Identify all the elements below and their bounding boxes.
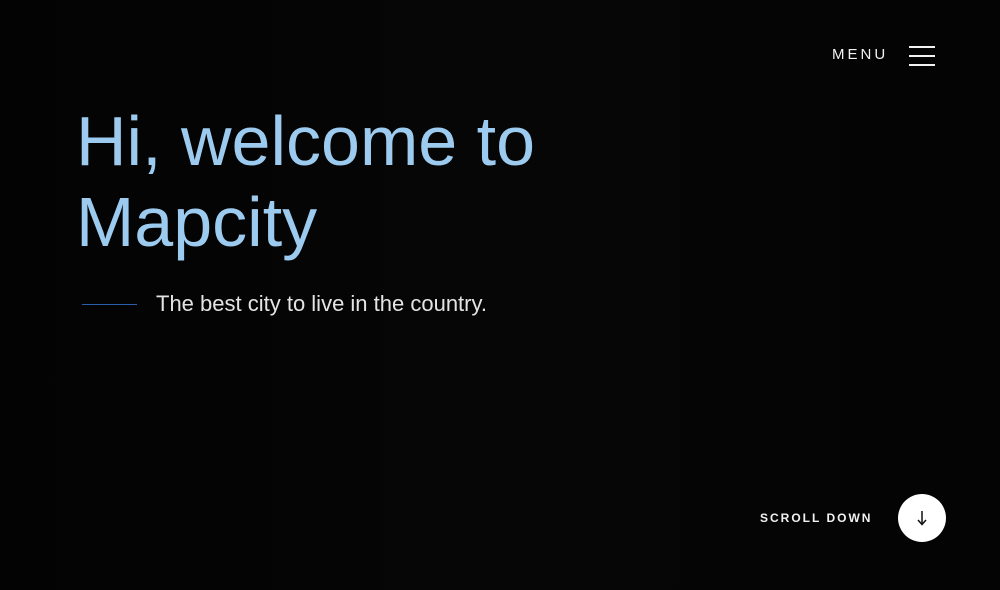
hero-title: Hi, welcome to Mapcity (76, 101, 636, 263)
hamburger-icon (909, 45, 936, 66)
scroll-down-label: SCROLL DOWN (760, 511, 873, 525)
hero-title-line2: Mapcity (76, 183, 318, 261)
menu-button[interactable]: MENU (832, 43, 936, 67)
arrow-down-icon (917, 511, 928, 526)
menu-label: MENU (832, 46, 889, 63)
page: MENU Hi, welcome to Mapcity The best cit… (0, 0, 1000, 590)
accent-line (82, 303, 137, 305)
hero-title-line1: Hi, welcome to (76, 102, 536, 180)
scroll-down-circle[interactable] (898, 494, 947, 542)
scroll-down-button[interactable]: SCROLL DOWN (760, 494, 947, 542)
hero-subtitle: The best city to live in the country. (156, 291, 487, 316)
subtitle-row: The best city to live in the country. (82, 289, 487, 319)
